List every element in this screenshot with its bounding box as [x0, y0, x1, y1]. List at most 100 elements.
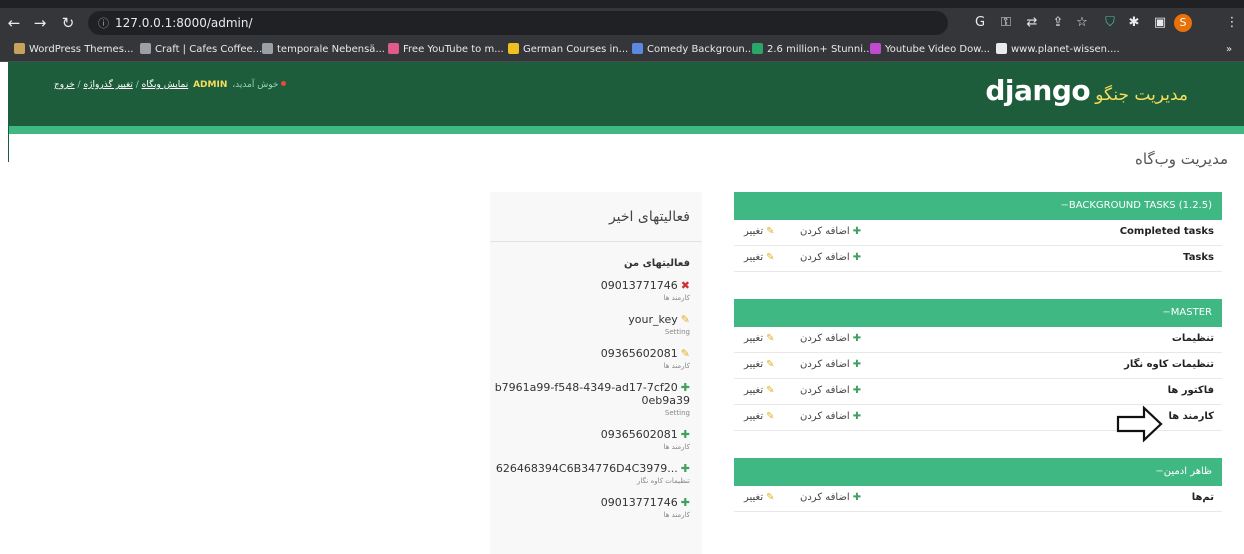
- change-link[interactable]: ✎تغییر: [744, 252, 775, 263]
- model-row: Tasks ✚اضافه کردن ✎تغییر: [734, 246, 1222, 272]
- app-caption-label: ظاهر ادمین: [1163, 466, 1212, 477]
- recent-action-item: ✚b7961a99-f548-4349-ad17-7cf200eb9a39 Set…: [490, 381, 702, 419]
- bookmark-item[interactable]: German Courses in...: [508, 42, 628, 58]
- bookmark-star-icon[interactable]: ☆: [1072, 14, 1092, 32]
- profile-avatar[interactable]: S: [1174, 14, 1192, 32]
- recent-action-link[interactable]: b7961a99-f548-4349-ad17-7cf200eb9a39: [495, 381, 690, 407]
- bookmark-item[interactable]: Comedy Backgroun...: [632, 42, 754, 58]
- bookmark-label: WordPress Themes...: [29, 44, 134, 55]
- collapse-minus-icon[interactable]: −: [1060, 200, 1068, 211]
- recent-actions-panel: فعالیتهای اخیر فعالیتهای من ✖09013771746…: [490, 192, 702, 554]
- status-dot-icon: [281, 81, 287, 86]
- add-link[interactable]: ✚اضافه کردن: [800, 411, 861, 422]
- add-link[interactable]: ✚اضافه کردن: [800, 333, 861, 344]
- extension-shield-icon[interactable]: ⛉: [1100, 14, 1120, 32]
- change-link[interactable]: ✎تغییر: [744, 333, 775, 344]
- model-link[interactable]: Completed tasks: [1120, 226, 1214, 237]
- address-bar[interactable]: ⓘ 127.0.0.1:8000/admin/: [88, 11, 948, 35]
- bookmark-label: www.planet-wissen....: [1011, 44, 1120, 55]
- model-link[interactable]: Tasks: [1183, 252, 1214, 263]
- bookmark-favicon-icon: [632, 43, 643, 54]
- google-icon[interactable]: G: [970, 14, 990, 32]
- site-branding[interactable]: مدیریت جنگو django: [985, 74, 1194, 108]
- bookmarks-bar: WordPress Themes... Craft | Cafes Coffee.…: [0, 38, 1244, 62]
- change-link[interactable]: ✎تغییر: [744, 492, 775, 503]
- add-link-label: اضافه کردن: [800, 226, 850, 237]
- recent-action-link[interactable]: ...626468394C6B34776D4C3979: [496, 462, 678, 475]
- change-link[interactable]: ✎تغییر: [744, 385, 775, 396]
- change-link-label: تغییر: [744, 252, 764, 263]
- add-link[interactable]: ✚اضافه کردن: [800, 252, 861, 263]
- model-link[interactable]: تنظیمات کاوه نگار: [1124, 359, 1214, 370]
- recent-action-type: کارمند ها: [663, 362, 690, 370]
- app-module-background-tasks: BACKGROUND TASKS (1.2.5)− Completed tasks…: [734, 192, 1222, 272]
- change-link-label: تغییر: [744, 226, 764, 237]
- app-caption[interactable]: BACKGROUND TASKS (1.2.5)−: [734, 192, 1222, 220]
- key-icon[interactable]: ⚿: [996, 14, 1016, 32]
- bookmark-favicon-icon: [262, 43, 273, 54]
- bookmark-item[interactable]: WordPress Themes...: [14, 42, 133, 58]
- add-link-label: اضافه کردن: [800, 333, 850, 344]
- more-bookmarks-icon[interactable]: »: [1226, 42, 1232, 58]
- model-row: تنظیمات ✚اضافه کردن ✎تغییر: [734, 327, 1222, 353]
- bookmark-item[interactable]: temporale Nebensä...: [262, 42, 385, 58]
- site-info-icon[interactable]: ⓘ: [98, 17, 109, 30]
- recent-action-link[interactable]: 09013771746: [601, 279, 678, 292]
- extensions-puzzle-icon[interactable]: ✱: [1124, 14, 1144, 32]
- add-link[interactable]: ✚اضافه کردن: [800, 359, 861, 370]
- recent-action-link[interactable]: 09365602081: [601, 428, 678, 441]
- recent-action-link[interactable]: 09365602081: [601, 347, 678, 360]
- add-plus-icon: ✚: [680, 462, 690, 475]
- model-link[interactable]: تم‌ها: [1192, 492, 1214, 503]
- pencil-icon: ✎: [680, 347, 690, 360]
- model-row: فاکتور ها ✚اضافه کردن ✎تغییر: [734, 379, 1222, 405]
- add-plus-icon: ✚: [852, 359, 862, 370]
- logout-link[interactable]: خروج: [54, 80, 75, 90]
- menu-icon[interactable]: ⋮: [1222, 14, 1242, 32]
- change-link[interactable]: ✎تغییر: [744, 411, 775, 422]
- bookmark-favicon-icon: [752, 43, 763, 54]
- forward-icon[interactable]: →: [30, 12, 50, 34]
- recent-action-link[interactable]: 09013771746: [601, 496, 678, 509]
- pencil-icon: ✎: [766, 226, 775, 237]
- app-caption[interactable]: MASTER−: [734, 299, 1222, 327]
- model-row: Completed tasks ✚اضافه کردن ✎تغییر: [734, 220, 1222, 246]
- collapse-minus-icon[interactable]: −: [1162, 307, 1170, 318]
- model-link[interactable]: تنظیمات: [1172, 333, 1214, 344]
- add-link[interactable]: ✚اضافه کردن: [800, 226, 861, 237]
- bookmark-item[interactable]: Free YouTube to m...: [388, 42, 504, 58]
- bookmark-item[interactable]: Craft | Cafes Coffee...: [140, 42, 262, 58]
- header-stripe: [8, 126, 1244, 134]
- change-password-link[interactable]: تغییر گذرواژه: [83, 80, 132, 90]
- app-caption[interactable]: ظاهر ادمین−: [734, 458, 1222, 486]
- app-module-admin-theme: ظاهر ادمین− تم‌ها ✚اضافه کردن ✎تغییر: [734, 458, 1222, 512]
- share-icon[interactable]: ⇪: [1048, 14, 1068, 32]
- recent-action-type: کارمند ها: [663, 294, 690, 302]
- add-plus-icon: ✚: [852, 492, 862, 503]
- change-link[interactable]: ✎تغییر: [744, 226, 775, 237]
- recent-action-type: کارمند ها: [663, 443, 690, 451]
- add-plus-icon: ✚: [680, 428, 690, 441]
- add-link[interactable]: ✚اضافه کردن: [800, 492, 861, 503]
- model-link[interactable]: فاکتور ها: [1168, 385, 1214, 396]
- address-url: 127.0.0.1:8000/admin/: [115, 16, 253, 30]
- add-link[interactable]: ✚اضافه کردن: [800, 385, 861, 396]
- brand-subtitle: مدیریت جنگو: [1095, 85, 1188, 105]
- view-site-link[interactable]: نمایش وبگاه: [142, 80, 189, 90]
- recent-action-link[interactable]: your_key: [628, 313, 678, 326]
- bookmark-item[interactable]: Youtube Video Dow...: [870, 42, 990, 58]
- bookmark-favicon-icon: [140, 43, 151, 54]
- back-icon[interactable]: ←: [4, 12, 24, 34]
- bookmark-item[interactable]: 2.6 million+ Stunni...: [752, 42, 873, 58]
- side-panel-icon[interactable]: ▣: [1150, 14, 1170, 32]
- change-link[interactable]: ✎تغییر: [744, 359, 775, 370]
- translate-icon[interactable]: ⇄: [1022, 14, 1042, 32]
- add-link-label: اضافه کردن: [800, 252, 850, 263]
- collapse-minus-icon[interactable]: −: [1155, 466, 1163, 477]
- model-link[interactable]: کارمند ها: [1168, 411, 1214, 422]
- bookmark-item[interactable]: www.planet-wissen....: [996, 42, 1120, 58]
- bookmark-favicon-icon: [996, 43, 1007, 54]
- change-link-label: تغییر: [744, 333, 764, 344]
- recent-action-type: کارمند ها: [663, 511, 690, 519]
- reload-icon[interactable]: ↻: [58, 12, 78, 34]
